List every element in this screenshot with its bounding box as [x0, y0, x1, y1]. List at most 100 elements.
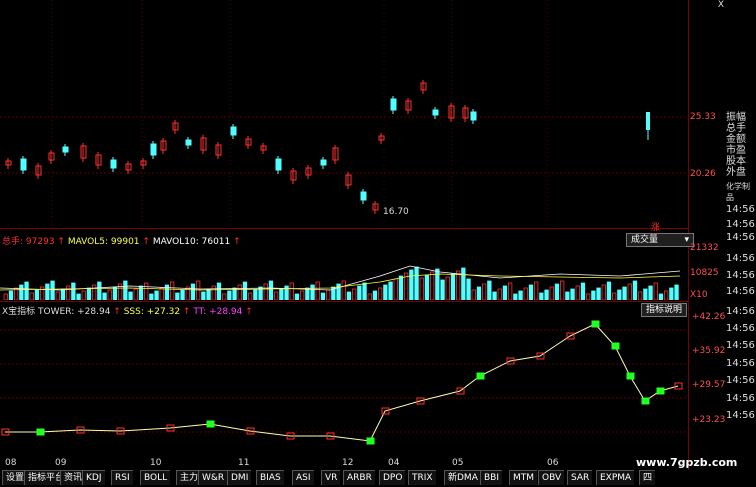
candle [62, 146, 69, 153]
tab-4[interactable]: RSI [111, 470, 133, 485]
volume-bar [570, 288, 575, 300]
volume-bar [586, 293, 591, 300]
label-waipan: 外盘 [726, 167, 746, 178]
tab-10[interactable]: ASI [292, 470, 314, 485]
indicator-chart[interactable] [0, 316, 688, 456]
volume-bar [320, 292, 326, 300]
volume-bar [357, 285, 362, 300]
x-tick-label: 06 [547, 458, 559, 468]
volume-bar [528, 284, 534, 300]
candle [275, 158, 282, 171]
tab-14[interactable]: TRIX [408, 470, 436, 485]
volume-bar [86, 287, 92, 300]
time-label: 14:56 [726, 340, 755, 351]
tower-block [206, 420, 215, 428]
indicator-panel[interactable] [0, 316, 688, 456]
tab-21[interactable]: 四 [639, 470, 656, 485]
tab-7[interactable]: W&R [198, 470, 228, 485]
right-info-panel: 振幅 总手 金额 市盈 股本 外盘 化学制品 [726, 112, 756, 203]
volume-bar [591, 290, 596, 300]
time-label: 14:56 [726, 232, 755, 243]
tower-block [366, 437, 375, 445]
candle [432, 109, 439, 116]
volume-bar [632, 280, 638, 300]
tab-15[interactable]: 新DMA [444, 470, 481, 485]
ind-y-label-1: +42.26 [692, 312, 726, 322]
volume-bar [580, 282, 586, 300]
volume-bar [518, 290, 523, 300]
tower-block [591, 320, 600, 328]
volume-bar [60, 288, 66, 300]
chevron-down-icon: ▾ [684, 235, 689, 245]
volume-bar [133, 288, 138, 300]
tab-13[interactable]: DPO [379, 470, 406, 485]
volume-bar [669, 287, 674, 300]
tab-12[interactable]: ARBR [343, 470, 375, 485]
tower-block [674, 382, 683, 390]
candle [20, 158, 27, 171]
volume-bar [227, 290, 232, 300]
volume-bar [50, 280, 55, 300]
volume-bar [19, 284, 24, 300]
candle [150, 143, 157, 156]
time-label: 14:56 [726, 306, 755, 317]
volume-bar [461, 267, 466, 300]
volume-bar [305, 287, 310, 300]
volume-bar [242, 281, 248, 300]
volume-bar [367, 293, 372, 300]
volume-bar [388, 281, 393, 300]
volume-panel[interactable] [0, 246, 688, 300]
main-y-label-2: 20.26 [690, 169, 716, 179]
volume-bar [424, 274, 430, 300]
tab-16[interactable]: BBI [480, 470, 503, 485]
vol-y-label-3: X10 [690, 290, 708, 300]
volume-bar [211, 285, 216, 300]
volume-bar [81, 290, 86, 300]
volume-bar [310, 284, 315, 300]
volume-bar [383, 284, 388, 300]
volume-bar [201, 291, 206, 300]
volume-bar [29, 292, 34, 300]
time-label: 14:56 [726, 286, 755, 297]
volume-bar [159, 287, 164, 300]
tab-11[interactable]: VR [321, 470, 341, 485]
tower-block [476, 372, 485, 380]
tab-20[interactable]: EXPMA [596, 470, 635, 485]
volume-bar [284, 285, 289, 300]
volume-bar [351, 288, 357, 300]
tab-3[interactable]: KDJ [82, 470, 105, 485]
tab-5[interactable]: BOLL [140, 470, 171, 485]
candlestick-chart[interactable] [0, 0, 688, 228]
indicator-help-button[interactable]: 指标说明 [641, 303, 688, 317]
volume-bar [507, 282, 513, 300]
tab-9[interactable]: BIAS [256, 470, 284, 485]
volume-bar [71, 282, 76, 300]
main-y-label-1: 25.33 [690, 112, 716, 122]
tower-block [626, 372, 635, 380]
volume-bar [554, 283, 560, 300]
volume-bar [8, 290, 14, 300]
volume-indicator-dropdown[interactable]: 成交量 ▾ [626, 233, 694, 247]
candle [110, 159, 117, 169]
volume-bar [560, 280, 565, 300]
ind-y-label-3: +29.57 [692, 380, 726, 390]
volume-bar [336, 283, 341, 300]
tab-17[interactable]: MTM [509, 470, 538, 485]
time-label: 14:56 [726, 270, 755, 281]
volume-bar [372, 290, 378, 300]
volume-bar [612, 292, 617, 300]
volume-bar [180, 289, 185, 300]
volume-chart[interactable] [0, 246, 688, 300]
volume-bar [466, 278, 471, 300]
volume-bar [268, 280, 274, 300]
main-chart-panel[interactable] [0, 0, 688, 228]
ind-y-label-2: +35.92 [692, 346, 726, 356]
tab-18[interactable]: OBV [538, 470, 565, 485]
candle [230, 126, 237, 136]
tab-19[interactable]: SAR [567, 470, 593, 485]
tab-8[interactable]: DMI [227, 470, 252, 485]
volume-bar [325, 289, 331, 300]
volume-bar [658, 293, 664, 300]
time-label: 14:56 [726, 323, 755, 334]
x-tick-label: 12 [342, 458, 354, 468]
